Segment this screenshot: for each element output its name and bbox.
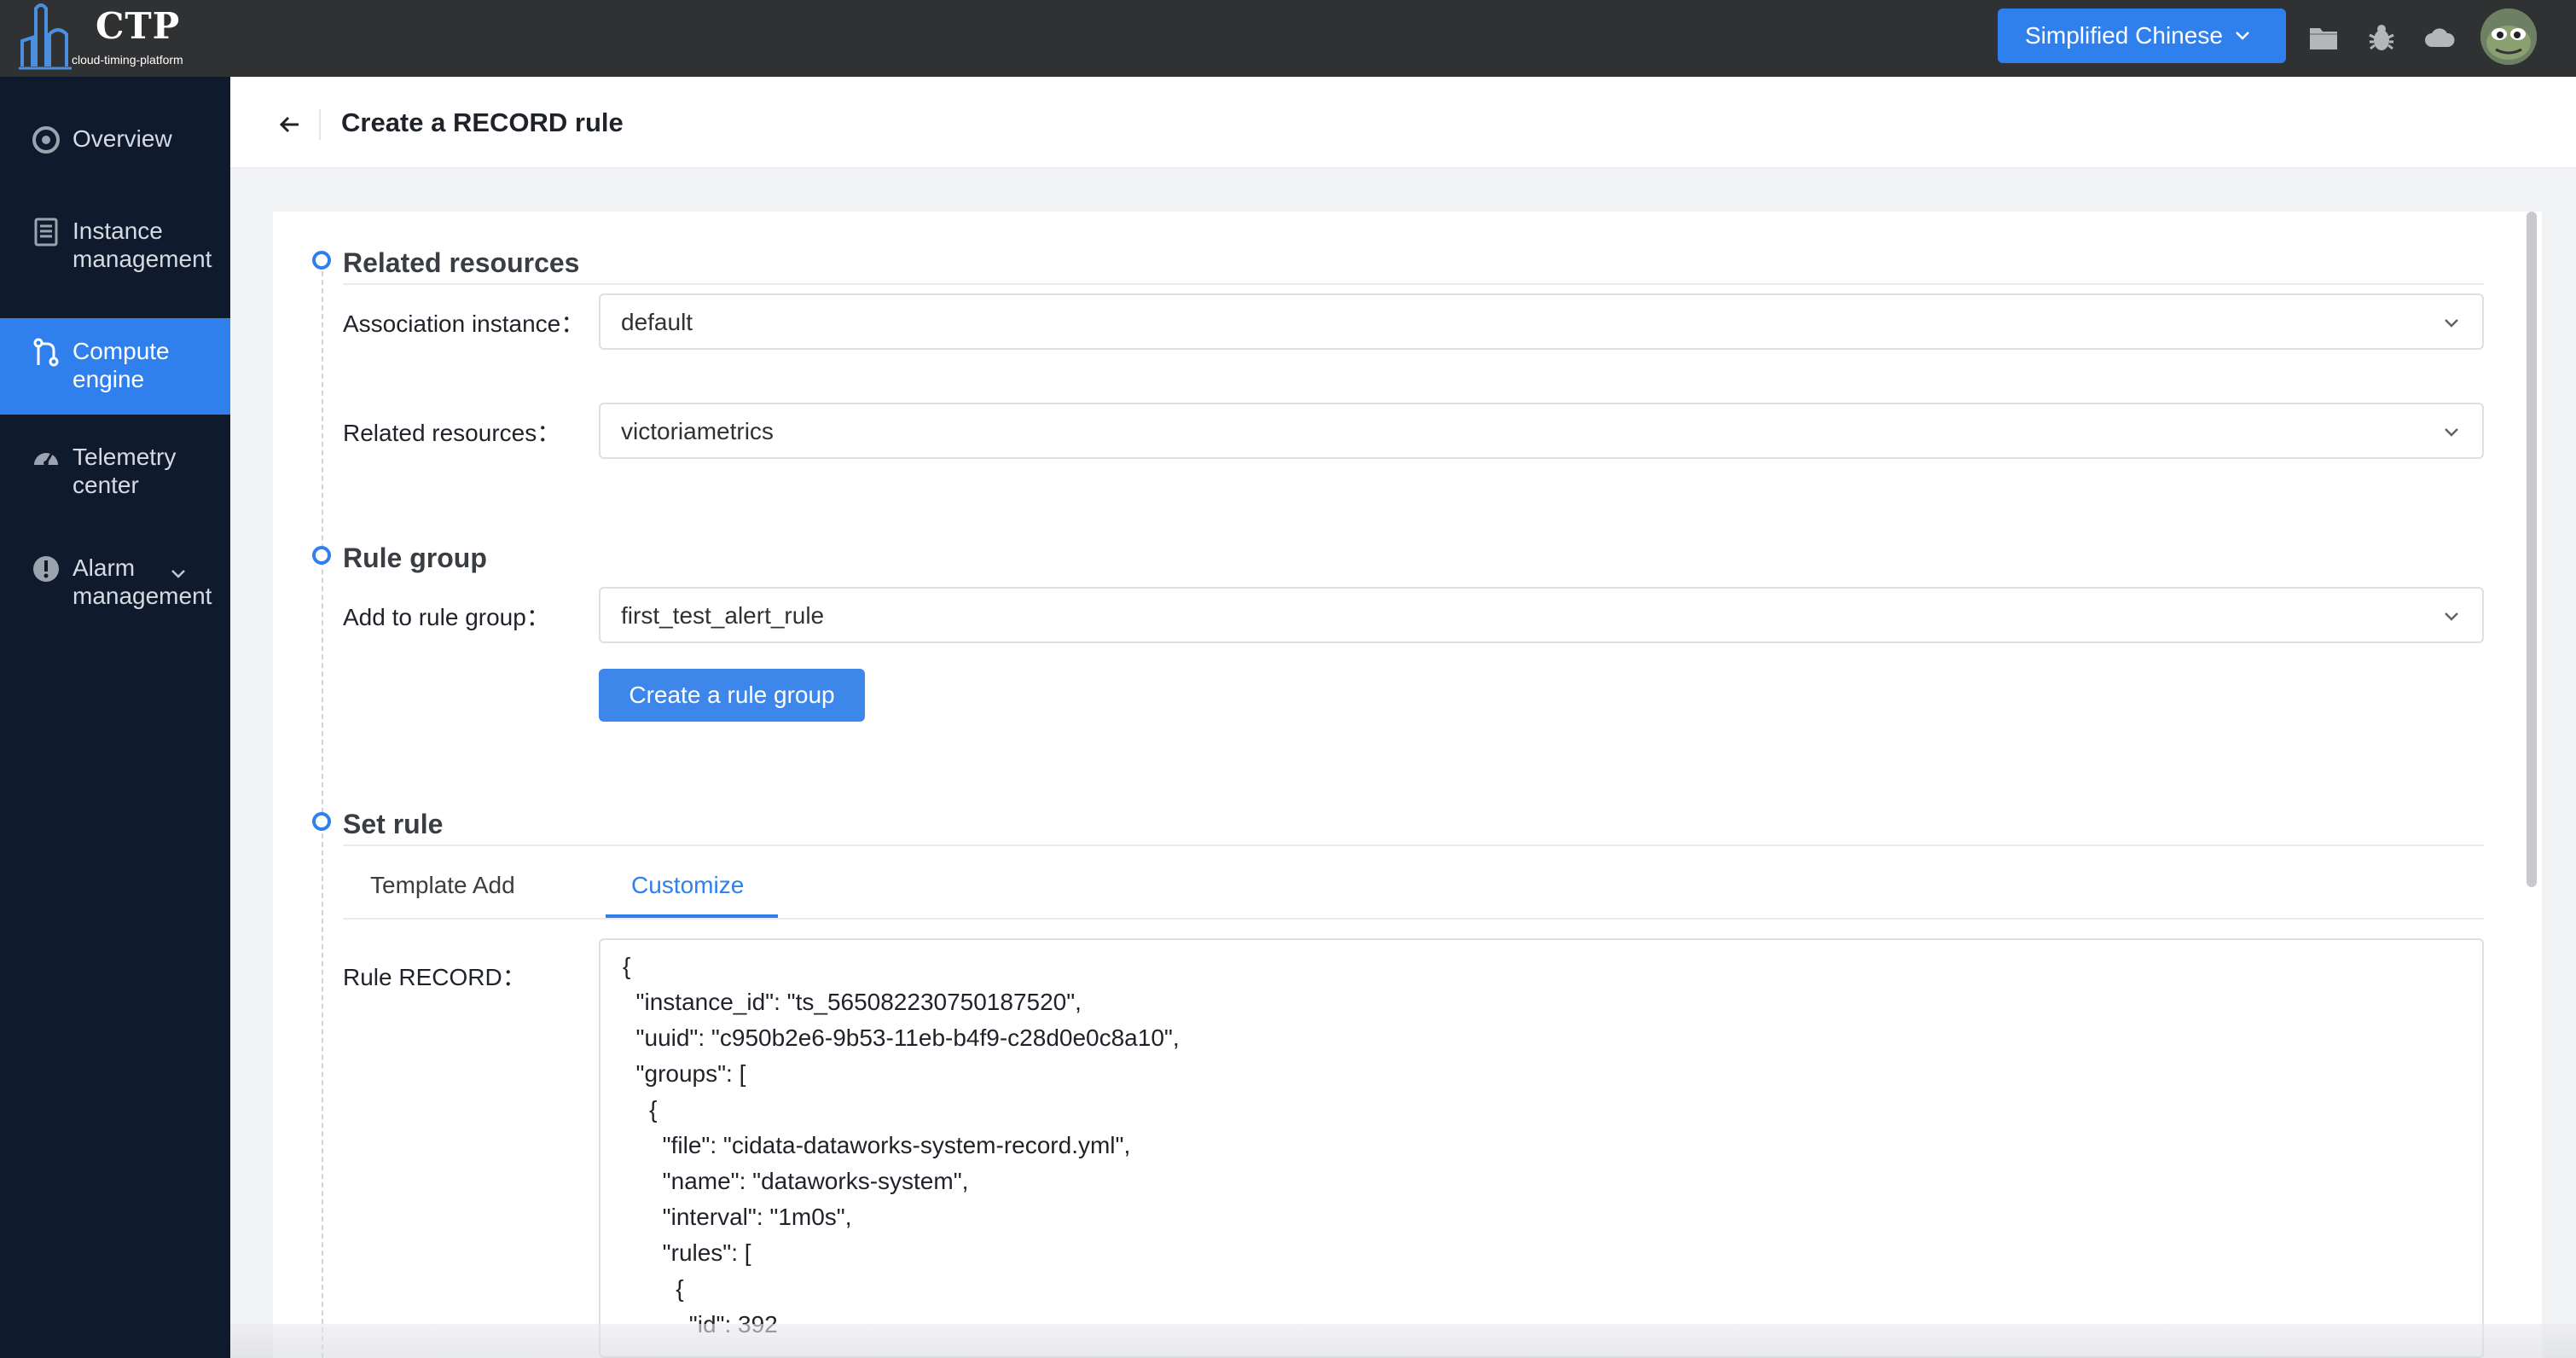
sidebar-item-compute-engine[interactable]: Compute engine <box>0 318 230 415</box>
chevron-down-icon <box>2445 428 2458 437</box>
select-value: victoriametrics <box>621 418 774 444</box>
document-list-icon <box>34 218 58 247</box>
folder-icon[interactable] <box>2306 20 2341 55</box>
logo-title: CTP <box>96 5 181 47</box>
step-dot <box>312 251 331 270</box>
add-to-rule-group-label: Add to rule group： <box>343 604 550 630</box>
vertical-scrollbar[interactable] <box>2527 212 2537 887</box>
select-value: default <box>621 309 693 335</box>
rule-record-code: { "instance_id": "ts_565082230750187520"… <box>623 953 1180 1338</box>
sidebar-item-label: Instance management <box>73 218 212 272</box>
bottom-shadow <box>230 1324 2576 1358</box>
select-value: first_test_alert_rule <box>621 602 825 629</box>
sidebar-item-telemetry-center[interactable]: Telemetry center <box>0 439 230 525</box>
language-label: Simplified Chinese <box>2025 22 2223 49</box>
rule-record-editor[interactable]: { "instance_id": "ts_565082230750187520"… <box>599 938 2484 1358</box>
app-logo[interactable]: CTP cloud-timing-platform <box>19 0 206 77</box>
tab-template-add[interactable]: Template Add <box>370 872 515 899</box>
active-tab-indicator <box>606 914 778 918</box>
section-title-related-resources: Related resources <box>343 247 580 278</box>
header-divider <box>319 109 321 140</box>
logo-subtitle: cloud-timing-platform <box>72 53 183 67</box>
rule-group-select[interactable]: first_test_alert_rule <box>599 587 2484 643</box>
back-arrow-icon[interactable] <box>273 107 307 142</box>
bug-icon[interactable] <box>2364 20 2399 55</box>
page-header: Create a RECORD rule <box>230 77 2576 169</box>
rule-record-label: Rule RECORD： <box>343 964 526 990</box>
create-rule-group-button[interactable]: Create a rule group <box>599 669 865 722</box>
chevron-down-icon <box>2445 319 2458 328</box>
sidebar-item-label: Overview <box>73 125 172 152</box>
section-divider <box>343 283 2484 285</box>
related-resources-select[interactable]: victoriametrics <box>599 403 2484 459</box>
cloud-icon[interactable] <box>2422 20 2457 55</box>
sidebar: Overview Instance management Compute eng… <box>0 77 230 1358</box>
user-avatar[interactable] <box>2480 9 2537 65</box>
sidebar-item-label: Alarm management <box>73 554 212 609</box>
tab-customize[interactable]: Customize <box>631 872 744 899</box>
compute-branch-icon <box>33 338 59 367</box>
chevron-down-icon <box>171 570 185 578</box>
language-select-button[interactable]: Simplified Chinese <box>1998 9 2286 63</box>
tabs-baseline <box>343 918 2484 920</box>
section-title-rule-group: Rule group <box>343 543 487 573</box>
page-title: Create a RECORD rule <box>341 107 624 137</box>
section-title-set-rule: Set rule <box>343 809 444 839</box>
sidebar-item-alarm-management[interactable]: Alarm management <box>0 550 230 635</box>
sidebar-item-overview[interactable]: Overview <box>0 119 230 188</box>
step-dot <box>312 546 331 565</box>
top-bar: CTP cloud-timing-platform Simplified Chi… <box>0 0 2576 77</box>
alert-icon <box>33 556 59 582</box>
section-divider <box>343 844 2484 846</box>
sidebar-item-instance-management[interactable]: Instance management <box>0 213 230 299</box>
sidebar-item-label: Telemetry center <box>73 444 177 498</box>
target-icon <box>32 126 60 154</box>
association-instance-select[interactable]: default <box>599 293 2484 350</box>
sidebar-item-label: Compute engine <box>73 338 170 392</box>
association-instance-label: Association instance： <box>343 310 585 337</box>
dashboard-gauge-icon <box>34 452 58 466</box>
chevron-down-icon <box>2236 32 2249 40</box>
related-resources-label: Related resources： <box>343 420 561 446</box>
chevron-down-icon <box>2445 612 2458 621</box>
step-dot <box>312 812 331 831</box>
